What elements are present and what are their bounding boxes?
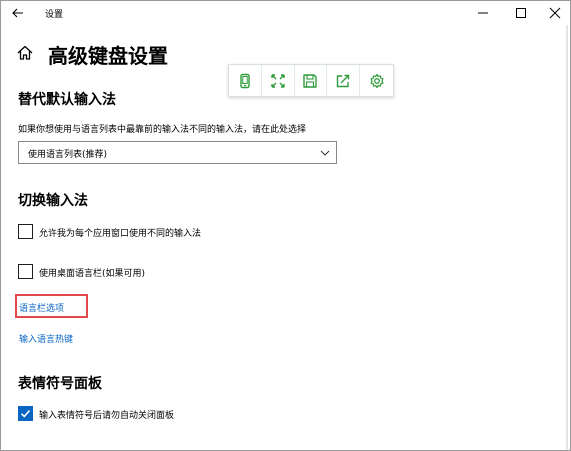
minimize-button[interactable] — [465, 1, 501, 25]
section-heading-switch: 切换输入法 — [18, 193, 88, 209]
desktop-language-bar-label: 使用桌面语言栏(如果可用) — [39, 269, 146, 279]
settings-gear-icon — [370, 73, 384, 88]
close-button[interactable] — [537, 1, 570, 25]
title-bar: 设置 — [1, 1, 570, 25]
maximize-icon — [516, 8, 526, 18]
maximize-button[interactable] — [503, 1, 539, 25]
checkmark-icon — [20, 409, 31, 418]
share-icon — [337, 74, 350, 87]
floating-toolbar — [228, 64, 394, 97]
share-button[interactable] — [327, 65, 361, 96]
home-button[interactable] — [15, 43, 35, 63]
select-value: 使用语言列表(推荐) — [28, 150, 108, 160]
per-app-input-label: 允许我为每个应用窗口使用不同的输入法 — [39, 229, 202, 239]
back-arrow-icon — [12, 8, 23, 18]
minimize-icon — [478, 12, 488, 14]
page-title: 高级键盘设置 — [48, 44, 168, 68]
input-language-hotkeys-link[interactable]: 输入语言热键 — [19, 332, 73, 345]
scrollbar-track-icon — [566, 25, 568, 450]
home-icon — [17, 45, 33, 60]
phone-button[interactable] — [229, 65, 262, 96]
phone-icon — [240, 73, 250, 88]
emoji-auto-close-label: 输入表情符号后请勿自动关闭面板 — [39, 411, 175, 421]
override-description: 如果你想使用与语言列表中最靠前的输入法不同的输入法，请在此处选择 — [18, 125, 307, 135]
scrollbar[interactable] — [562, 25, 570, 450]
settings-button[interactable] — [360, 65, 393, 96]
language-bar-options-link[interactable]: 语言栏选项 — [19, 301, 64, 314]
back-button[interactable] — [7, 3, 29, 23]
input-method-select[interactable]: 使用语言列表(推荐) — [18, 141, 337, 164]
section-heading-emoji: 表情符号面板 — [18, 376, 102, 392]
close-icon — [549, 7, 561, 19]
expand-icon — [270, 73, 285, 88]
chevron-down-icon — [320, 150, 330, 156]
section-heading-override: 替代默认输入法 — [18, 92, 116, 108]
desktop-language-bar-checkbox[interactable] — [18, 264, 33, 279]
save-button[interactable] — [295, 65, 328, 96]
per-app-input-checkbox[interactable] — [18, 224, 33, 239]
expand-button[interactable] — [262, 65, 295, 96]
window-title: 设置 — [45, 10, 64, 20]
settings-window: 设置 高级键盘设置 替代默认输入法 如果你想使用与语言列表中最靠前的输入法不同的… — [0, 0, 571, 451]
save-icon — [303, 73, 318, 88]
emoji-auto-close-checkbox[interactable] — [18, 406, 33, 421]
